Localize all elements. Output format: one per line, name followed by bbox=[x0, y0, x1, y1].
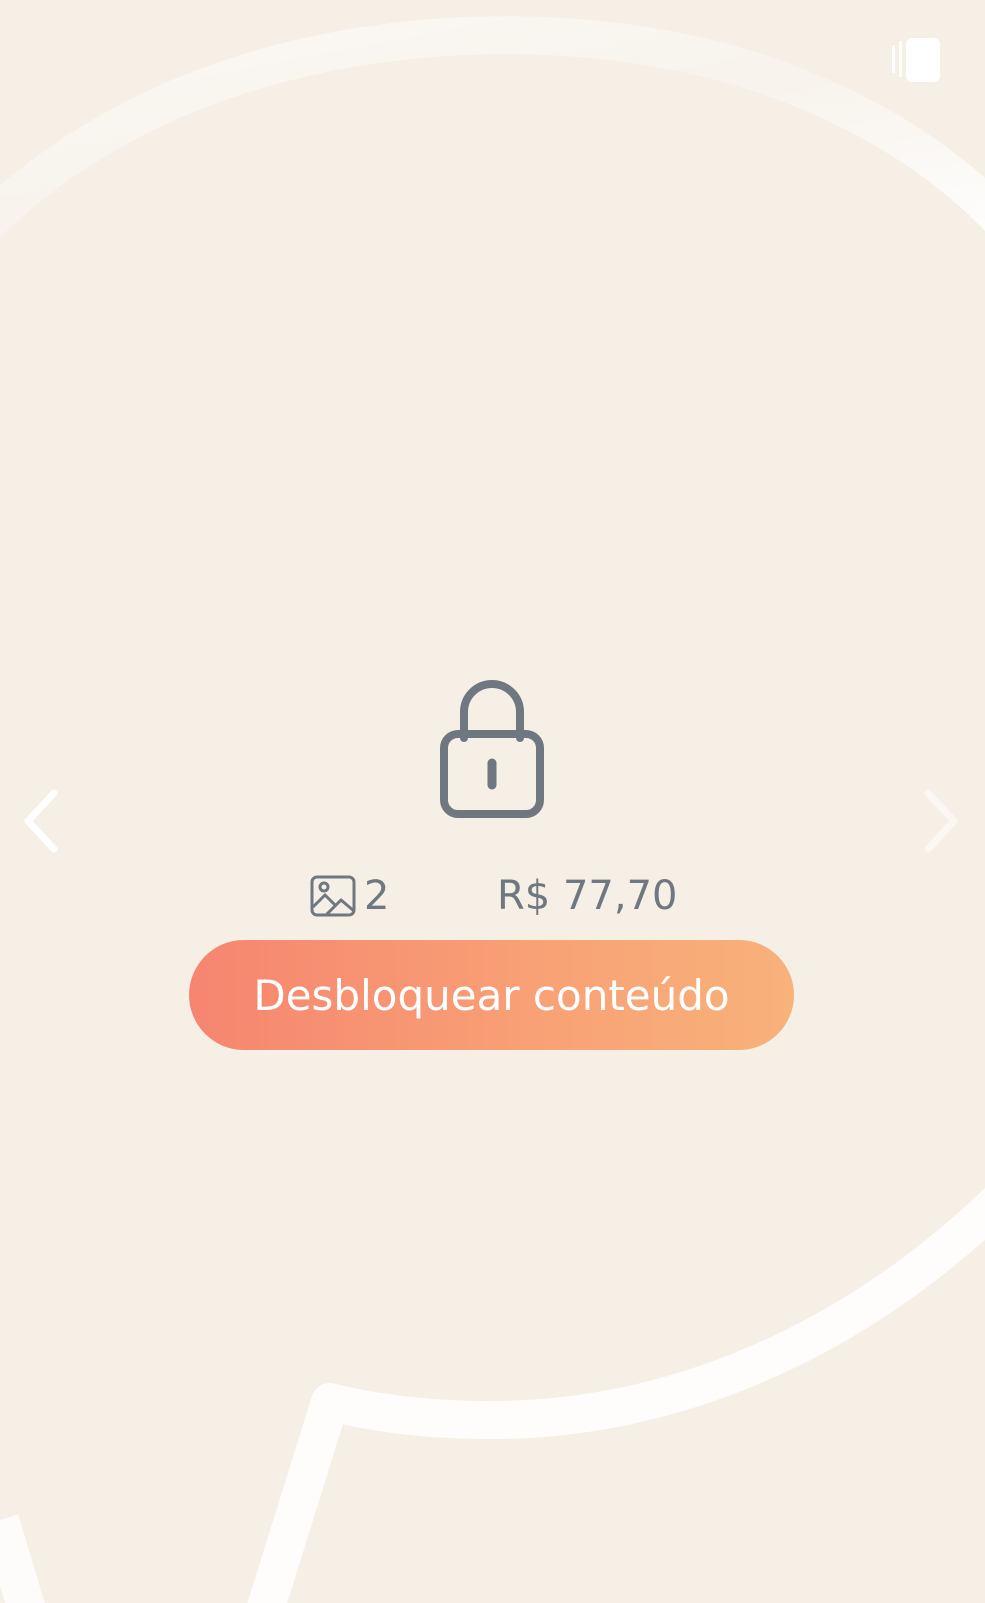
gallery-toggle-icon bbox=[892, 38, 940, 82]
price-label: R$ 77,70 bbox=[497, 873, 678, 919]
image-count: 2 bbox=[310, 868, 389, 924]
next-button[interactable] bbox=[914, 785, 968, 857]
image-count-value: 2 bbox=[364, 873, 390, 919]
chevron-left-icon bbox=[24, 789, 58, 853]
unlock-content-button[interactable]: Desbloquear conteúdo bbox=[189, 940, 794, 1050]
content-stats: 2 R$ 77,70 bbox=[0, 868, 985, 924]
chevron-right-icon bbox=[924, 789, 958, 853]
previous-button[interactable] bbox=[14, 785, 68, 857]
gallery-toggle-button[interactable] bbox=[890, 36, 946, 86]
lock-icon bbox=[440, 680, 544, 818]
locked-post-page: 2 R$ 77,70 Desbloquear conteúdo bbox=[0, 0, 985, 1603]
image-icon bbox=[310, 875, 356, 917]
